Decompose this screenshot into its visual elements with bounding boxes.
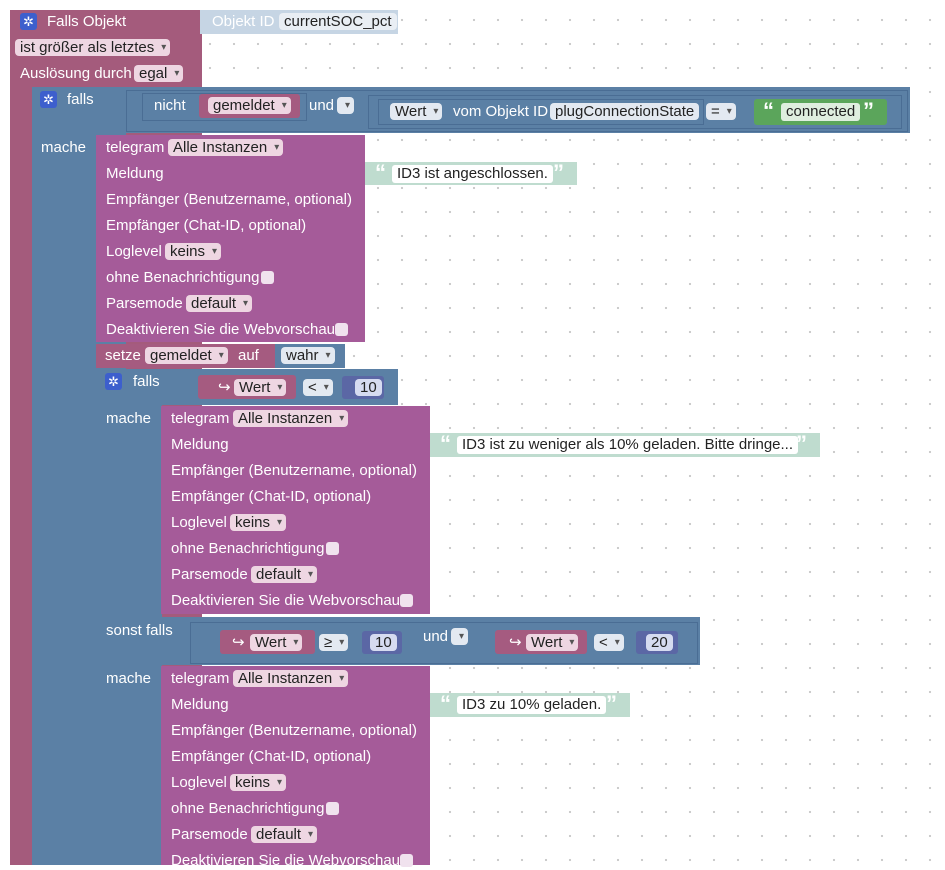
disable-preview-label: Deaktivieren Sie die Webvorschau (171, 592, 401, 609)
message-text-2[interactable]: ID3 ist zu weniger als 10% geladen. Bitt… (457, 436, 799, 454)
telegram-label: telegram (171, 410, 230, 427)
variable-dropdown[interactable]: Wert (526, 634, 579, 651)
message-text-1[interactable]: ID3 ist angeschlossen. (392, 165, 553, 183)
parsemode-label: Parsemode (106, 295, 183, 312)
number-field[interactable]: 20 (646, 634, 673, 651)
do-label: mache (41, 139, 87, 156)
parsemode-dropdown[interactable]: default (186, 295, 253, 312)
object-field[interactable]: plugConnectionState (550, 103, 700, 120)
message-label: Meldung (106, 165, 164, 182)
recipient-user-label: Empfänger (Benutzername, optional) (171, 722, 417, 739)
parsemode-label: Parsemode (171, 826, 248, 843)
return-icon: ↪ (509, 634, 522, 651)
if-label: falls (133, 373, 160, 390)
number-field[interactable]: 10 (355, 379, 382, 396)
quote-open-icon: “ (763, 98, 774, 123)
if-label: falls (67, 91, 94, 108)
parsemode-dropdown[interactable]: default (251, 566, 318, 583)
variable-dropdown[interactable]: gemeldet (208, 97, 291, 114)
and-dropdown[interactable] (451, 628, 468, 645)
quote-close-icon: ” (796, 431, 807, 456)
quote-close-icon: ” (553, 160, 564, 185)
number-field[interactable]: 10 (370, 634, 397, 651)
disable-preview-checkbox[interactable] (400, 594, 413, 607)
do-label: mache (106, 670, 152, 687)
disable-preview-checkbox[interactable] (335, 323, 348, 336)
gear-icon[interactable]: ✲ (40, 91, 57, 108)
quote-open-icon: “ (375, 160, 386, 185)
ausloesung-dropdown[interactable]: egal (134, 65, 184, 82)
recipient-chat-label: Empfänger (Chat-ID, optional) (171, 488, 372, 505)
parsemode-dropdown[interactable]: default (251, 826, 318, 843)
loglevel-dropdown[interactable]: keins (230, 514, 287, 531)
recipient-user-label: Empfänger (Benutzername, optional) (106, 191, 352, 208)
and-dropdown[interactable] (337, 97, 354, 114)
loglevel-dropdown[interactable]: keins (230, 774, 287, 791)
set-label: setze (105, 347, 141, 364)
message-label: Meldung (171, 436, 229, 453)
recipient-chat-label: Empfänger (Chat-ID, optional) (106, 217, 307, 234)
recipient-chat-label: Empfänger (Chat-ID, optional) (171, 748, 372, 765)
return-icon: ↪ (232, 634, 245, 651)
condition-dropdown[interactable]: ist größer als letztes (15, 39, 171, 56)
vom-objekt-label: vom Objekt ID (453, 103, 549, 120)
gear-icon[interactable]: ✲ (20, 13, 37, 30)
variable-dropdown[interactable]: Wert (250, 634, 303, 651)
else-if-label: sonst falls (106, 622, 173, 639)
loglevel-label: Loglevel (106, 243, 162, 260)
return-icon: ↪ (218, 379, 231, 396)
object-id-field[interactable]: currentSOC_pct (279, 13, 397, 30)
quote-close-icon: ” (863, 98, 874, 123)
to-label: auf (238, 347, 259, 364)
falls-objekt-label: Falls Objekt (47, 13, 127, 30)
operator-dropdown[interactable]: = (706, 103, 736, 120)
operator-dropdown[interactable]: < (594, 634, 624, 651)
telegram-label: telegram (106, 139, 165, 156)
instance-dropdown[interactable]: Alle Instanzen (233, 410, 349, 427)
ausloesung-label: Auslösung durch (20, 65, 132, 82)
recipient-user-label: Empfänger (Benutzername, optional) (171, 462, 417, 479)
loglevel-label: Loglevel (171, 774, 227, 791)
value-dropdown[interactable]: Wert (390, 103, 443, 120)
set-variable-dropdown[interactable]: gemeldet (145, 347, 228, 364)
no-notification-checkbox[interactable] (261, 271, 274, 284)
no-notification-label: ohne Benachrichtigung (106, 269, 260, 286)
quote-open-icon: “ (440, 691, 451, 716)
telegram-label: telegram (171, 670, 230, 687)
disable-preview-label: Deaktivieren Sie die Webvorschau (106, 321, 336, 338)
no-notification-label: ohne Benachrichtigung (171, 800, 325, 817)
disable-preview-checkbox[interactable] (400, 854, 413, 867)
no-notification-checkbox[interactable] (326, 802, 339, 815)
gear-icon[interactable]: ✲ (105, 373, 122, 390)
and-label: und (309, 97, 335, 114)
operator-dropdown[interactable]: ≥ (319, 634, 349, 651)
operator-dropdown[interactable]: < (303, 379, 333, 396)
variable-dropdown[interactable]: Wert (234, 379, 287, 396)
text-field[interactable]: connected (781, 103, 861, 121)
do-label: mache (106, 410, 152, 427)
loglevel-label: Loglevel (171, 514, 227, 531)
not-label: nicht (154, 97, 186, 114)
no-notification-checkbox[interactable] (326, 542, 339, 555)
and-label: und (423, 628, 449, 645)
message-label: Meldung (171, 696, 229, 713)
instance-dropdown[interactable]: Alle Instanzen (233, 670, 349, 687)
quote-close-icon: ” (606, 691, 617, 716)
boolean-dropdown[interactable]: wahr (281, 347, 335, 364)
parsemode-label: Parsemode (171, 566, 248, 583)
instance-dropdown[interactable]: Alle Instanzen (168, 139, 284, 156)
no-notification-label: ohne Benachrichtigung (171, 540, 325, 557)
quote-open-icon: “ (440, 431, 451, 456)
disable-preview-label: Deaktivieren Sie die Webvorschau (171, 852, 401, 869)
message-text-3[interactable]: ID3 zu 10% geladen. (457, 696, 607, 714)
loglevel-dropdown[interactable]: keins (165, 243, 222, 260)
object-id-label: Objekt ID (212, 13, 275, 30)
